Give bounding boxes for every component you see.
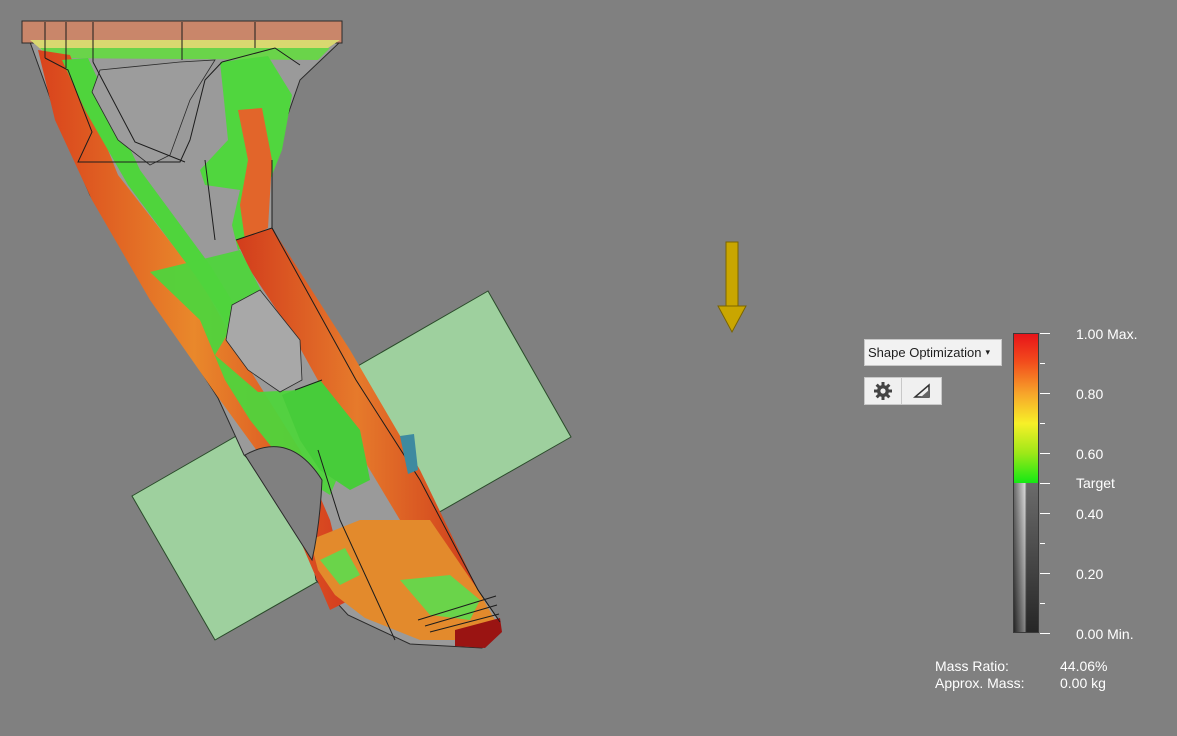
settings-button[interactable] [864,377,902,405]
legend-tick [1040,513,1050,514]
gear-icon [874,382,892,400]
result-type-label: Shape Optimization [868,345,982,360]
legend-color-bar [1013,333,1039,633]
approx-mass-value: 0.00 kg [1060,675,1106,691]
legend-label-020: 0.20 [1076,566,1104,582]
model-canvas[interactable] [0,0,1177,736]
legend-label-max: 1.00 Max. [1076,326,1138,342]
legend-color-gradient [1014,334,1038,483]
mass-ratio-value: 44.06% [1060,658,1108,674]
legend-tick [1040,483,1050,484]
legend-tick [1040,333,1050,334]
legend-label-target: Target [1076,475,1115,491]
legend-tick [1040,633,1050,634]
legend-label-060: 0.60 [1076,446,1104,462]
mass-ratio-label: Mass Ratio: [935,658,1009,674]
legend-tick [1040,393,1050,394]
legend-tick [1040,453,1050,454]
result-type-dropdown[interactable]: Shape Optimization ▾ [864,339,1002,366]
legend-label-080: 0.80 [1076,386,1104,402]
legend-tick [1040,573,1050,574]
legend-label-min: 0.00 Min. [1076,626,1134,642]
chevron-down-icon: ▾ [985,347,990,357]
legend-tick [1040,543,1045,544]
approx-mass-label: Approx. Mass: [935,675,1025,691]
triangle-ruler-icon [912,383,930,398]
legend-removed-gradient [1014,483,1038,632]
legend-toolbar [864,377,942,405]
display-options-button[interactable] [902,377,942,405]
load-arrow-icon[interactable] [717,241,747,334]
legend-tick [1040,423,1045,424]
legend-label-040: 0.40 [1076,506,1104,522]
legend-tick [1040,603,1045,604]
legend-tick [1040,363,1045,364]
graphics-viewport[interactable]: Shape Optimization ▾ 1.00 Max. 0.80 0.60… [0,0,1177,736]
